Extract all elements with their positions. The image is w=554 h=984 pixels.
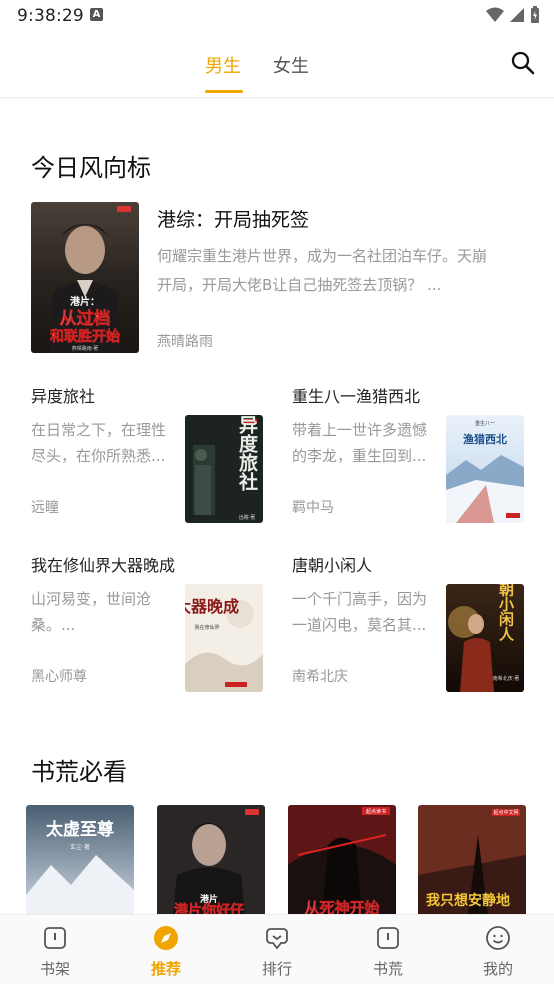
status-time: 9:38:29 bbox=[17, 6, 84, 26]
must-read-book-cover[interactable]: 港片 港片你好仔 bbox=[157, 805, 265, 915]
signal-icon bbox=[510, 8, 524, 22]
book-card[interactable]: 我在修仙界大器晚成 山河易变，世间沧桑。... 黑心师尊 大器晚成 我在修仙界 bbox=[31, 552, 271, 692]
featured-book-title[interactable]: 港综：开局抽死签 bbox=[157, 205, 309, 232]
notification-badge: A bbox=[90, 8, 103, 21]
cover-subtitle: 重生八一 bbox=[475, 420, 495, 427]
featured-cover-text-2: 从过档 bbox=[60, 308, 111, 329]
cover-author: 玄尘·著 bbox=[70, 843, 90, 851]
cover-title: 唐朝小闲人 bbox=[497, 584, 515, 642]
bottom-navigation: 书架 推荐 排行 书荒 我的 bbox=[0, 914, 554, 984]
nav-label: 书荒 bbox=[372, 960, 403, 978]
must-read-book-cover[interactable]: 起点读书 从死神开始 bbox=[288, 805, 396, 915]
book-title: 唐朝小闲人 bbox=[292, 556, 373, 575]
book-title: 我在修仙界大器晚成 bbox=[31, 556, 176, 575]
featured-cover-text-1: 港片： bbox=[70, 295, 100, 308]
must-read-book-cover[interactable]: 起点中文网 我只想安静地 bbox=[418, 805, 526, 915]
cover-author: 南希北庆·著 bbox=[493, 675, 520, 682]
battery-icon bbox=[531, 6, 539, 23]
book-famine-icon bbox=[377, 927, 399, 949]
book-desc: 在日常之下，在理性尽头，在你所熟悉... bbox=[31, 421, 167, 465]
book-author: 南希北庆 bbox=[292, 669, 348, 685]
profile-icon bbox=[486, 926, 510, 950]
book-title: 重生八一渔猎西北 bbox=[292, 387, 421, 406]
featured-cover-author: 燕晴路雨·著 bbox=[72, 345, 99, 352]
book-desc: 山河易变，世间沧桑。... bbox=[31, 590, 152, 634]
cover-author: 远瞳·著 bbox=[239, 514, 256, 521]
status-icons bbox=[486, 6, 540, 24]
book-author: 羁中马 bbox=[292, 500, 334, 516]
top-tab-bar: 男生 女生 bbox=[0, 32, 554, 98]
nav-profile[interactable]: 我的 bbox=[458, 915, 538, 984]
section-title-today: 今日风向标 bbox=[31, 154, 151, 182]
cover-title: 太虚至尊 bbox=[46, 819, 114, 840]
book-cover: 重生八一 渔猎西北 bbox=[446, 415, 524, 523]
section-title-must-read: 书荒必看 bbox=[31, 758, 127, 786]
nav-book-famine[interactable]: 书荒 bbox=[348, 915, 428, 984]
cover-title: 从死神开始 bbox=[304, 899, 379, 915]
ranking-icon bbox=[266, 928, 288, 950]
book-desc: 带着上一世许多遗憾的李龙，重生回到... bbox=[292, 421, 428, 465]
nav-label: 推荐 bbox=[150, 960, 181, 978]
cover-title: 异度旅社 bbox=[236, 415, 259, 492]
nav-label: 书架 bbox=[39, 960, 70, 978]
tab-female[interactable]: 女生 bbox=[273, 52, 309, 78]
book-desc: 一个千门高手，因为一道闪电，莫名其... bbox=[292, 590, 428, 634]
nav-label: 排行 bbox=[261, 960, 292, 978]
wifi-icon bbox=[486, 7, 504, 22]
nav-label: 我的 bbox=[482, 960, 513, 978]
featured-book-author: 燕晴路雨 bbox=[157, 334, 213, 350]
compass-icon bbox=[154, 926, 178, 950]
book-author: 黑心师尊 bbox=[31, 669, 87, 685]
nav-ranking[interactable]: 排行 bbox=[237, 915, 317, 984]
book-cover: 大器晚成 我在修仙界 bbox=[185, 584, 263, 692]
book-cover: 异度旅社 远瞳·著 bbox=[185, 415, 263, 523]
cover-subtitle: 我在修仙界 bbox=[194, 624, 219, 631]
featured-book-cover[interactable]: 港片： 从过档 和联胜开始 燕晴路雨·著 bbox=[31, 202, 139, 353]
nav-recommend[interactable]: 推荐 bbox=[126, 915, 206, 984]
search-icon[interactable] bbox=[510, 50, 536, 76]
cover-publisher: 起点读书 bbox=[366, 808, 386, 815]
cover-publisher: 起点中文网 bbox=[493, 809, 518, 816]
book-title: 异度旅社 bbox=[31, 387, 96, 406]
cover-title: 我只想安静地 bbox=[426, 892, 510, 909]
active-tab-indicator bbox=[205, 90, 243, 93]
book-card[interactable]: 异度旅社 在日常之下，在理性尽头，在你所熟悉... 远瞳 异度旅社 远瞳·著 bbox=[31, 383, 271, 523]
status-bar: 9:38:29 A bbox=[0, 0, 554, 32]
tab-male[interactable]: 男生 bbox=[205, 52, 241, 78]
cover-title: 渔猎西北 bbox=[463, 432, 507, 446]
nav-bookshelf[interactable]: 书架 bbox=[15, 915, 95, 984]
cover-title: 大器晚成 bbox=[185, 597, 239, 616]
book-cover: 唐朝小闲人 南希北庆·著 bbox=[446, 584, 524, 692]
book-card[interactable]: 重生八一渔猎西北 带着上一世许多遗憾的李龙，重生回到... 羁中马 重生八一 渔… bbox=[292, 383, 532, 523]
book-card[interactable]: 唐朝小闲人 一个千门高手，因为一道闪电，莫名其... 南希北庆 唐朝小闲人 南希… bbox=[292, 552, 532, 692]
featured-book-desc: 何耀宗重生港片世界，成为一名社团泊车仔。天崩开局，开局大佬B让自己抽死签去顶锅？… bbox=[157, 247, 488, 294]
featured-cover-text-3: 和联胜开始 bbox=[50, 328, 120, 345]
must-read-book-cover[interactable]: 太虚至尊 玄尘·著 bbox=[26, 805, 134, 915]
bookshelf-icon bbox=[44, 927, 66, 949]
book-author: 远瞳 bbox=[31, 500, 59, 516]
